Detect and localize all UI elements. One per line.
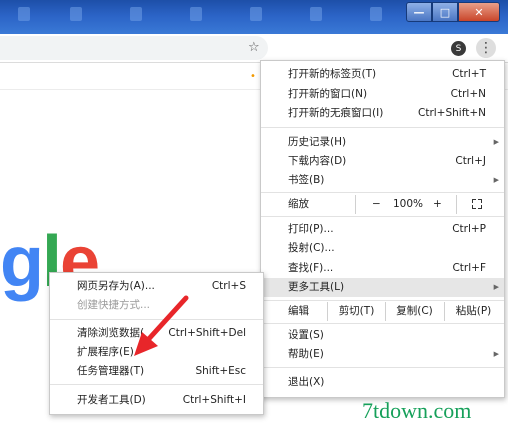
taskbar-thumbnail <box>190 7 202 21</box>
copy-button[interactable]: 复制(C) <box>386 302 443 321</box>
taskbar-thumbnail <box>250 7 262 21</box>
menu-item-more-tools[interactable]: 更多工具(L) ▶ <box>261 278 504 297</box>
menu-item-new-tab[interactable]: 打开新的标签页(T) Ctrl+T <box>261 65 504 84</box>
menu-divider <box>261 216 504 217</box>
menu-item-label: 任务管理器(T) <box>77 365 145 377</box>
window-title-bar: — □ ✕ <box>0 0 508 34</box>
menu-item-find[interactable]: 查找(F)... Ctrl+F <box>261 259 504 278</box>
menu-item-zoom: 缩放 − 100% + <box>261 195 504 214</box>
menu-item-shortcut: Shift+Esc <box>195 365 246 377</box>
menu-item-label: 下载内容(D) <box>288 155 347 167</box>
menu-item-dev-tools[interactable]: 开发者工具(D) Ctrl+Shift+I <box>50 391 263 410</box>
menu-item-label: 书签(B) <box>288 174 325 186</box>
menu-item-task-manager[interactable]: 任务管理器(T) Shift+Esc <box>50 362 263 381</box>
menu-item-shortcut: Ctrl+J <box>455 155 486 167</box>
menu-item-label: 更多工具(L) <box>288 281 345 293</box>
zoom-in-button[interactable]: + <box>433 195 442 214</box>
menu-item-shortcut: Ctrl+N <box>450 88 486 100</box>
taskbar-thumbnail <box>18 7 30 21</box>
menu-divider <box>261 192 504 193</box>
window-controls: — □ ✕ <box>406 2 500 22</box>
paste-button[interactable]: 粘贴(P) <box>445 302 502 321</box>
browser-toolbar: ☆ S ⋮ <box>0 34 508 63</box>
menu-divider <box>261 323 504 324</box>
menu-item-help[interactable]: 帮助(E) ▶ <box>261 345 504 364</box>
maximize-button[interactable]: □ <box>432 2 458 22</box>
watermark: 7tdown.com <box>362 398 472 423</box>
menu-item-label: 历史记录(H) <box>288 136 347 148</box>
menu-item-label: 开发者工具(D) <box>77 394 146 406</box>
menu-item-label: 投射(C)... <box>288 242 335 254</box>
menu-item-label: 帮助(E) <box>288 348 324 360</box>
menu-item-label: 缩放 <box>288 198 309 210</box>
menu-item-shortcut: Ctrl+T <box>452 68 486 80</box>
menu-item-label: 打开新的无痕窗口(I) <box>288 107 384 119</box>
menu-item-downloads[interactable]: 下载内容(D) Ctrl+J <box>261 152 504 171</box>
logo-letter: g <box>0 222 44 302</box>
menu-item-bookmarks[interactable]: 书签(B) ▶ <box>261 171 504 190</box>
submenu-arrow-icon: ▶ <box>493 283 499 291</box>
menu-item-cast[interactable]: 投射(C)... <box>261 239 504 258</box>
zoom-level: 100% <box>393 198 424 210</box>
taskbar-thumbnail <box>370 7 382 21</box>
profile-avatar[interactable]: S <box>451 41 466 56</box>
menu-item-shortcut: Ctrl+S <box>211 280 246 292</box>
menu-item-shortcut: Ctrl+Shift+I <box>182 394 246 406</box>
fullscreen-icon[interactable] <box>472 199 482 209</box>
taskbar-thumbnail <box>130 7 142 21</box>
submenu-arrow-icon: ▶ <box>493 138 499 146</box>
menu-item-new-window[interactable]: 打开新的窗口(N) Ctrl+N <box>261 85 504 104</box>
menu-item-label: 扩展程序(E) <box>77 346 134 358</box>
menu-item-label: 查找(F)... <box>288 262 334 274</box>
menu-item-history[interactable]: 历史记录(H) ▶ <box>261 133 504 152</box>
address-bar[interactable] <box>0 36 268 60</box>
menu-item-label: 编辑 <box>288 305 309 317</box>
zoom-divider <box>456 195 457 214</box>
menu-item-shortcut: Ctrl+F <box>452 262 486 274</box>
menu-item-label: 打开新的窗口(N) <box>288 88 368 100</box>
menu-item-label: 退出(X) <box>288 376 325 388</box>
menu-item-label: 打印(P)... <box>288 223 334 235</box>
menu-item-exit[interactable]: 退出(X) <box>261 373 504 392</box>
bookmark-star-icon[interactable]: ☆ <box>248 40 260 55</box>
menu-kebab-icon[interactable]: ⋮ <box>476 38 496 58</box>
menu-divider <box>261 300 504 301</box>
annotation-arrow-icon <box>134 295 189 356</box>
submenu-arrow-icon: ▶ <box>493 350 499 358</box>
zoom-divider <box>355 195 356 214</box>
menu-item-label: 设置(S) <box>288 329 324 341</box>
menu-divider <box>261 367 504 368</box>
menu-divider <box>50 384 263 385</box>
dot-icon: • <box>250 71 256 82</box>
menu-item-new-incognito[interactable]: 打开新的无痕窗口(I) Ctrl+Shift+N <box>261 104 504 123</box>
menu-item-label: 打开新的标签页(T) <box>288 68 377 80</box>
close-button[interactable]: ✕ <box>458 2 500 22</box>
taskbar-thumbnail <box>70 7 82 21</box>
minimize-button[interactable]: — <box>406 2 432 22</box>
chrome-main-menu: 打开新的标签页(T) Ctrl+T 打开新的窗口(N) Ctrl+N 打开新的无… <box>260 60 505 398</box>
taskbar-thumbnail <box>310 7 322 21</box>
zoom-out-button[interactable]: − <box>372 195 381 214</box>
menu-item-edit: 编辑 剪切(T) 复制(C) 粘贴(P) <box>261 302 504 321</box>
submenu-arrow-icon: ▶ <box>493 176 499 184</box>
menu-item-shortcut: Ctrl+P <box>452 223 486 235</box>
cut-button[interactable]: 剪切(T) <box>328 302 385 321</box>
menu-item-shortcut: Ctrl+Shift+N <box>418 107 486 119</box>
menu-item-settings[interactable]: 设置(S) <box>261 326 504 345</box>
menu-divider <box>261 127 504 128</box>
menu-item-print[interactable]: 打印(P)... Ctrl+P <box>261 220 504 239</box>
